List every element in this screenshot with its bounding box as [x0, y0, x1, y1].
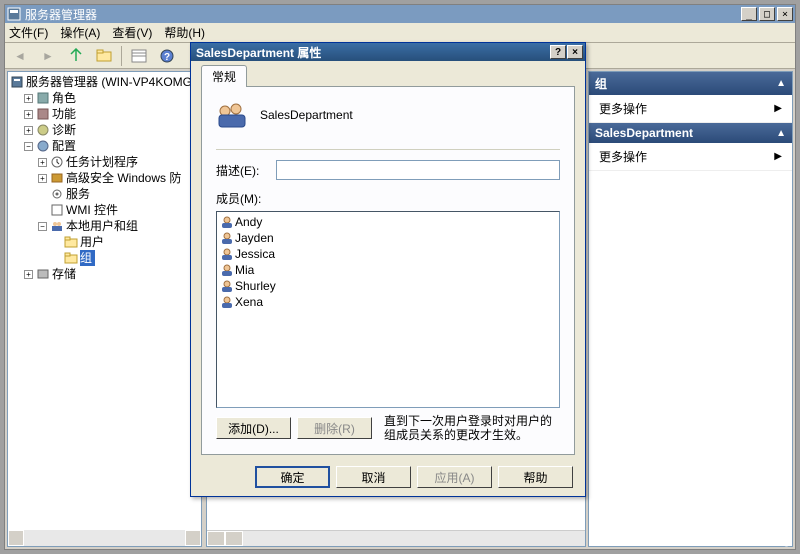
list-scrollbar[interactable] [207, 530, 585, 546]
back-icon: ◄ [9, 46, 31, 66]
tree-item[interactable]: +功能 [10, 106, 201, 122]
folder-icon[interactable] [93, 46, 115, 66]
tree-toggle-icon[interactable]: − [24, 142, 33, 151]
members-label: 成员(M): [216, 190, 560, 207]
help-icon[interactable]: ? [156, 46, 178, 66]
properties-dialog: SalesDepartment 属性 ? × 常规 SalesDepartmen… [190, 42, 586, 497]
tree-toggle-icon[interactable]: + [24, 126, 33, 135]
description-input[interactable] [276, 160, 560, 180]
chevron-up-icon: ▲ [776, 78, 786, 89]
maximize-button[interactable]: □ [759, 7, 775, 21]
group-name-label: SalesDepartment [260, 108, 353, 122]
tab-general[interactable]: 常规 [201, 65, 247, 87]
member-item[interactable]: Jessica [219, 246, 557, 262]
window-controls: _ □ × [741, 7, 793, 21]
actions-header-object[interactable]: SalesDepartment ▲ [589, 123, 792, 143]
main-title-text: 服务器管理器 [25, 6, 741, 23]
actions-more-object[interactable]: 更多操作 ▶ [589, 143, 792, 171]
ok-button[interactable]: 确定 [255, 466, 330, 488]
member-item[interactable]: Mia [219, 262, 557, 278]
dialog-title-bar: SalesDepartment 属性 ? × [191, 43, 585, 61]
actions-more-groups[interactable]: 更多操作 ▶ [589, 95, 792, 123]
tree-item[interactable]: +高级安全 Windows 防 [10, 170, 201, 186]
tree-toggle-icon[interactable]: − [38, 222, 47, 231]
remove-button: 删除(R) [297, 417, 372, 439]
chevron-up-icon: ▲ [776, 128, 786, 139]
chevron-right-icon: ▶ [774, 103, 782, 114]
member-item[interactable]: Shurley [219, 278, 557, 294]
forward-icon: ► [37, 46, 59, 66]
tree-scrollbar[interactable] [8, 530, 201, 546]
tree-item[interactable]: WMI 控件 [10, 202, 201, 218]
tree-toggle-icon[interactable]: + [38, 174, 47, 183]
tab-panel-general: SalesDepartment 描述(E): 成员(M): AndyJayden… [201, 87, 575, 455]
svg-text:?: ? [164, 52, 170, 63]
tree-item[interactable]: 组 [10, 250, 201, 266]
members-listbox[interactable]: AndyJaydenJessicaMiaShurleyXena [216, 211, 560, 408]
user-icon [219, 263, 235, 277]
minimize-button[interactable]: _ [741, 7, 757, 21]
toolbar-separator [121, 46, 122, 66]
menu-action[interactable]: 操作(A) [60, 24, 100, 41]
close-button[interactable]: × [777, 7, 793, 21]
actions-more-groups-label: 更多操作 [599, 100, 647, 117]
member-item[interactable]: Jayden [219, 230, 557, 246]
members-note: 直到下一次用户登录时对用户的组成员关系的更改才生效。 [372, 414, 560, 442]
user-icon [219, 231, 235, 245]
tab-strip: 常规 [201, 67, 575, 87]
tree-toggle-icon[interactable]: + [24, 94, 33, 103]
description-label: 描述(E): [216, 162, 276, 179]
list-icon[interactable] [128, 46, 150, 66]
user-icon [219, 247, 235, 261]
add-button[interactable]: 添加(D)... [216, 417, 291, 439]
actions-header-groups-label: 组 [595, 75, 607, 92]
tree-item[interactable]: +诊断 [10, 122, 201, 138]
tree-item[interactable]: +角色 [10, 90, 201, 106]
tree-item[interactable]: −配置 [10, 138, 201, 154]
member-item[interactable]: Andy [219, 214, 557, 230]
actions-pane: 组 ▲ 更多操作 ▶ SalesDepartment ▲ 更多操作 ▶ [588, 71, 793, 547]
user-icon [219, 295, 235, 309]
tree-item[interactable]: 用户 [10, 234, 201, 250]
help-button[interactable]: 帮助 [498, 466, 573, 488]
actions-header-groups[interactable]: 组 ▲ [589, 72, 792, 95]
tree-toggle-icon[interactable]: + [24, 110, 33, 119]
chevron-right-icon: ▶ [774, 151, 782, 162]
dialog-help-button[interactable]: ? [550, 45, 566, 59]
actions-header-object-label: SalesDepartment [595, 126, 693, 140]
member-item[interactable]: Xena [219, 294, 557, 310]
dialog-close-button[interactable]: × [567, 45, 583, 59]
menu-view[interactable]: 查看(V) [112, 24, 152, 41]
actions-more-object-label: 更多操作 [599, 148, 647, 165]
user-icon [219, 279, 235, 293]
tree-root[interactable]: 服务器管理器 (WIN-VP4KOMGQ [10, 74, 201, 90]
group-icon [216, 99, 248, 131]
tree-item[interactable]: −本地用户和组 [10, 218, 201, 234]
tree-item[interactable]: 服务 [10, 186, 201, 202]
menu-file[interactable]: 文件(F) [9, 24, 48, 41]
tree-item[interactable]: +任务计划程序 [10, 154, 201, 170]
apply-button: 应用(A) [417, 466, 492, 488]
menubar: 文件(F) 操作(A) 查看(V) 帮助(H) [5, 23, 795, 43]
main-title-bar: 服务器管理器 _ □ × [5, 5, 795, 23]
tree-toggle-icon[interactable]: + [24, 270, 33, 279]
user-icon [219, 215, 235, 229]
tree-item[interactable]: +存储 [10, 266, 201, 282]
tree-pane: 服务器管理器 (WIN-VP4KOMGQ+角色+功能+诊断−配置+任务计划程序+… [7, 71, 202, 547]
app-icon [7, 7, 21, 21]
tree-toggle-icon[interactable]: + [38, 158, 47, 167]
menu-help[interactable]: 帮助(H) [164, 24, 205, 41]
dialog-title-text: SalesDepartment 属性 [193, 44, 549, 61]
up-icon[interactable] [65, 46, 87, 66]
cancel-button[interactable]: 取消 [336, 466, 411, 488]
dialog-footer: 确定 取消 应用(A) 帮助 [191, 458, 585, 496]
